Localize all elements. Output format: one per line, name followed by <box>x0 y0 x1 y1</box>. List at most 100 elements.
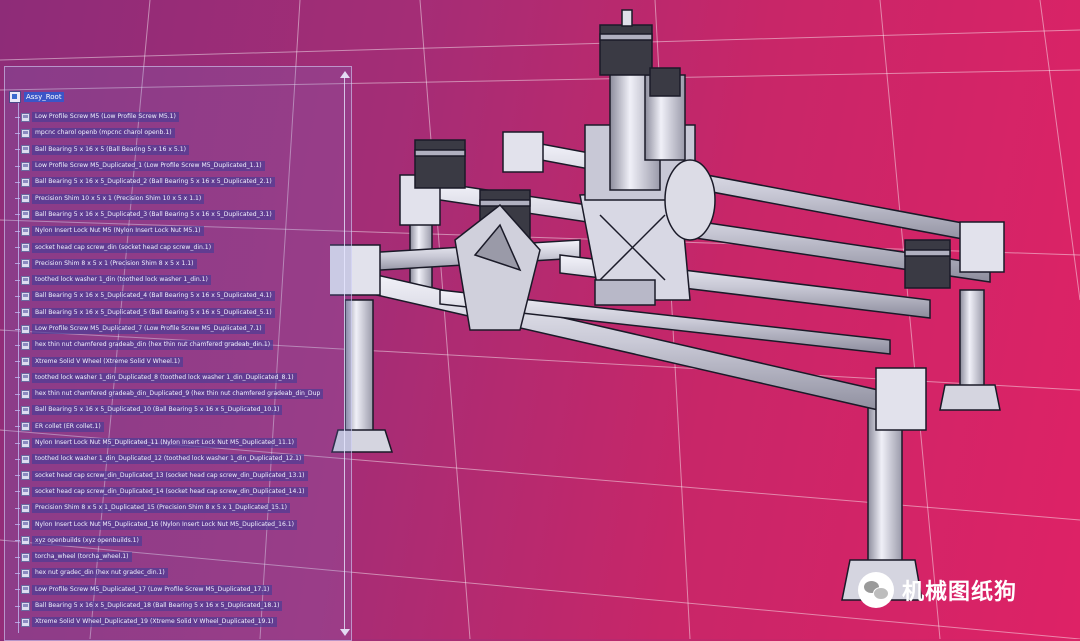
corner-block-fr <box>875 367 927 431</box>
tree-scrollbar[interactable] <box>339 71 351 636</box>
tree-item[interactable]: Ball Bearing 5 x 16 x 5_Duplicated_3 (Ba… <box>15 207 323 223</box>
tree-item-label[interactable]: Low Profile Screw M5_Duplicated_7 (Low P… <box>32 324 265 334</box>
tree-item-label[interactable]: mpcnc charol openb (mpcnc charol openb.1… <box>32 128 175 139</box>
tree-item[interactable]: Nylon Insert Lock Nut M5_Duplicated_16 (… <box>15 516 323 532</box>
tree-item-label[interactable]: Ball Bearing 5 x 16 x 5_Duplicated_4 (Ba… <box>32 291 275 302</box>
tree-item-label[interactable]: Low Profile Screw M5 (Low Profile Screw … <box>32 112 179 123</box>
tree-branch-line <box>15 181 20 183</box>
tree-item-label[interactable]: Xtreme Solid V Wheel (Xtreme Solid V Whe… <box>32 356 184 367</box>
tree-item[interactable]: Low Profile Screw M5_Duplicated_1 (Low P… <box>15 158 323 174</box>
cnc-machine-model[interactable] <box>330 0 1080 639</box>
tree-item-label[interactable]: Ball Bearing 5 x 16 x 5 (Ball Bearing 5 … <box>32 144 189 155</box>
tree-item[interactable]: Low Profile Screw M5_Duplicated_7 (Low P… <box>15 321 323 337</box>
tree-item[interactable]: Ball Bearing 5 x 16 x 5 (Ball Bearing 5 … <box>15 142 323 158</box>
tree-item[interactable]: Xtreme Solid V Wheel_Duplicated_19 (Xtre… <box>15 614 323 630</box>
tree-item-label[interactable]: Low Profile Screw M5_Duplicated_17 (Low … <box>32 584 273 595</box>
tree-item[interactable]: Ball Bearing 5 x 16 x 5_Duplicated_18 (B… <box>15 598 323 614</box>
tree-item-label[interactable]: toothed lock washer 1_din_Duplicated_8 (… <box>32 372 297 383</box>
tree-item-label[interactable]: xyz openbuilds (xyz openbuilds.1) <box>32 535 142 546</box>
tree-root-node[interactable]: Assy_Root <box>9 91 64 103</box>
tree-item[interactable]: toothed lock washer 1_din (toothed lock … <box>15 272 323 288</box>
part-icon <box>21 454 30 464</box>
tree-item[interactable]: Xtreme Solid V Wheel (Xtreme Solid V Whe… <box>15 353 323 369</box>
part-icon <box>21 520 30 530</box>
tree-item[interactable]: toothed lock washer 1_din_Duplicated_8 (… <box>15 370 323 386</box>
tree-branch-line <box>15 361 20 363</box>
tree-branch-line <box>15 540 20 542</box>
tree-item[interactable]: socket head cap screw_din_Duplicated_13 … <box>15 468 323 484</box>
tree-item[interactable]: hex thin nut chamfered gradeab_din (hex … <box>15 337 323 353</box>
tree-item-label[interactable]: torcha_wheel (torcha_wheel.1) <box>32 552 132 563</box>
tree-item[interactable]: Ball Bearing 5 x 16 x 5_Duplicated_5 (Ba… <box>15 305 323 321</box>
tree-item-label[interactable]: socket head cap screw_din_Duplicated_14 … <box>32 486 308 497</box>
tree-branch-line <box>15 426 20 428</box>
tree-item-label[interactable]: Precision Shim 8 x 5 x 1 (Precision Shim… <box>32 258 197 269</box>
tree-item-label[interactable]: socket head cap screw_din_Duplicated_13 … <box>32 470 308 481</box>
corner-block-br <box>959 221 1005 273</box>
tree-item-label[interactable]: hex thin nut chamfered gradeab_din (hex … <box>32 340 274 351</box>
part-icon <box>21 308 30 318</box>
watermark-text: 机械图纸狗 <box>902 580 1018 605</box>
tree-item-label[interactable]: Ball Bearing 5 x 16 x 5_Duplicated_5 (Ba… <box>32 307 275 318</box>
part-icon <box>21 177 30 187</box>
tree-item[interactable]: Low Profile Screw M5 (Low Profile Screw … <box>15 109 323 125</box>
tree-item[interactable]: ER collet (ER collet.1) <box>15 419 323 435</box>
tree-item[interactable]: socket head cap screw_din_Duplicated_14 … <box>15 484 323 500</box>
tree-item[interactable]: Precision Shim 8 x 5 x 1_Duplicated_15 (… <box>15 500 323 516</box>
tree-item-label[interactable]: Precision Shim 8 x 5 x 1_Duplicated_15 (… <box>32 503 291 514</box>
tree-item[interactable]: Precision Shim 8 x 5 x 1 (Precision Shim… <box>15 256 323 272</box>
tree-item-label[interactable]: Ball Bearing 5 x 16 x 5_Duplicated_18 (B… <box>32 601 283 612</box>
tree-item[interactable]: Precision Shim 10 x 5 x 1 (Precision Shi… <box>15 190 323 206</box>
part-icon <box>21 357 30 367</box>
tree-item-label[interactable]: Ball Bearing 5 x 16 x 5_Duplicated_3 (Ba… <box>32 209 275 220</box>
tree-branch-line <box>15 279 20 281</box>
part-icon <box>21 128 30 138</box>
tree-item[interactable]: hex thin nut chamfered gradeab_din_Dupli… <box>15 386 324 402</box>
part-icon <box>21 503 30 513</box>
scroll-track[interactable] <box>344 77 345 629</box>
part-icon <box>21 405 30 415</box>
tree-root-label[interactable]: Assy_Root <box>24 92 64 102</box>
scroll-up-arrow-icon[interactable] <box>340 71 350 78</box>
tree-item[interactable]: hex nut gradec_din (hex nut gradec_din.1… <box>15 565 323 581</box>
z-stepper-motor <box>599 24 653 76</box>
tree-item-label[interactable]: Ball Bearing 5 x 16 x 5_Duplicated_10 (B… <box>32 405 283 416</box>
scroll-down-arrow-icon[interactable] <box>340 629 350 636</box>
tree-item[interactable]: toothed lock washer 1_din_Duplicated_12 … <box>15 451 323 467</box>
tree-item[interactable]: socket head cap screw_din (socket head c… <box>15 239 323 255</box>
tree-branch-line <box>15 524 20 526</box>
tree-branch-line <box>15 556 20 558</box>
tree-item[interactable]: xyz openbuilds (xyz openbuilds.1) <box>15 533 323 549</box>
tree-item[interactable]: torcha_wheel (torcha_wheel.1) <box>15 549 323 565</box>
tree-item-label[interactable]: Precision Shim 10 x 5 x 1 (Precision Shi… <box>32 193 205 204</box>
tree-item[interactable]: Nylon Insert Lock Nut M5 (Nylon Insert L… <box>15 223 323 239</box>
tree-item-label[interactable]: toothed lock washer 1_din_Duplicated_12 … <box>32 454 305 465</box>
part-icon <box>21 471 30 481</box>
tree-item-label[interactable]: Xtreme Solid V Wheel_Duplicated_19 (Xtre… <box>32 617 277 628</box>
tree-item[interactable]: Low Profile Screw M5_Duplicated_17 (Low … <box>15 582 323 598</box>
tree-item[interactable]: mpcnc charol openb (mpcnc charol openb.1… <box>15 125 323 141</box>
tree-item-label[interactable]: toothed lock washer 1_din (toothed lock … <box>32 275 211 286</box>
tree-item-label[interactable]: Low Profile Screw M5_Duplicated_1 (Low P… <box>32 161 265 172</box>
watermark: 机械图纸狗 <box>858 570 1017 610</box>
tree-item-label[interactable]: Ball Bearing 5 x 16 x 5_Duplicated_2 (Ba… <box>32 177 275 188</box>
part-icon <box>21 422 30 432</box>
part-icon <box>21 210 30 220</box>
tree-item[interactable]: Ball Bearing 5 x 16 x 5_Duplicated_10 (B… <box>15 402 323 418</box>
tree-item[interactable]: Nylon Insert Lock Nut M5_Duplicated_11 (… <box>15 435 323 451</box>
tree-item-label[interactable]: ER collet (ER collet.1) <box>32 421 104 432</box>
part-icon <box>21 601 30 611</box>
tree-item-label[interactable]: hex nut gradec_din (hex nut gradec_din.1… <box>32 568 168 579</box>
tree-item[interactable]: Ball Bearing 5 x 16 x 5_Duplicated_4 (Ba… <box>15 288 323 304</box>
tree-branch-line <box>15 621 20 623</box>
specification-tree-panel[interactable]: Assy_Root Low Profile Screw M5 (Low Prof… <box>4 66 352 641</box>
tree-item-label[interactable]: socket head cap screw_din (socket head c… <box>32 242 215 253</box>
assembly-icon <box>9 91 21 103</box>
tree-item-label[interactable]: Nylon Insert Lock Nut M5 (Nylon Insert L… <box>32 226 204 237</box>
part-icon <box>21 291 30 301</box>
tree-item-label[interactable]: Nylon Insert Lock Nut M5_Duplicated_11 (… <box>32 438 298 449</box>
tree-item[interactable]: Ball Bearing 5 x 16 x 5_Duplicated_2 (Ba… <box>15 174 323 190</box>
tree-branch-line <box>15 589 20 591</box>
tree-item-label[interactable]: Nylon Insert Lock Nut M5_Duplicated_16 (… <box>32 519 298 530</box>
tree-item-label[interactable]: hex thin nut chamfered gradeab_din_Dupli… <box>32 389 324 400</box>
